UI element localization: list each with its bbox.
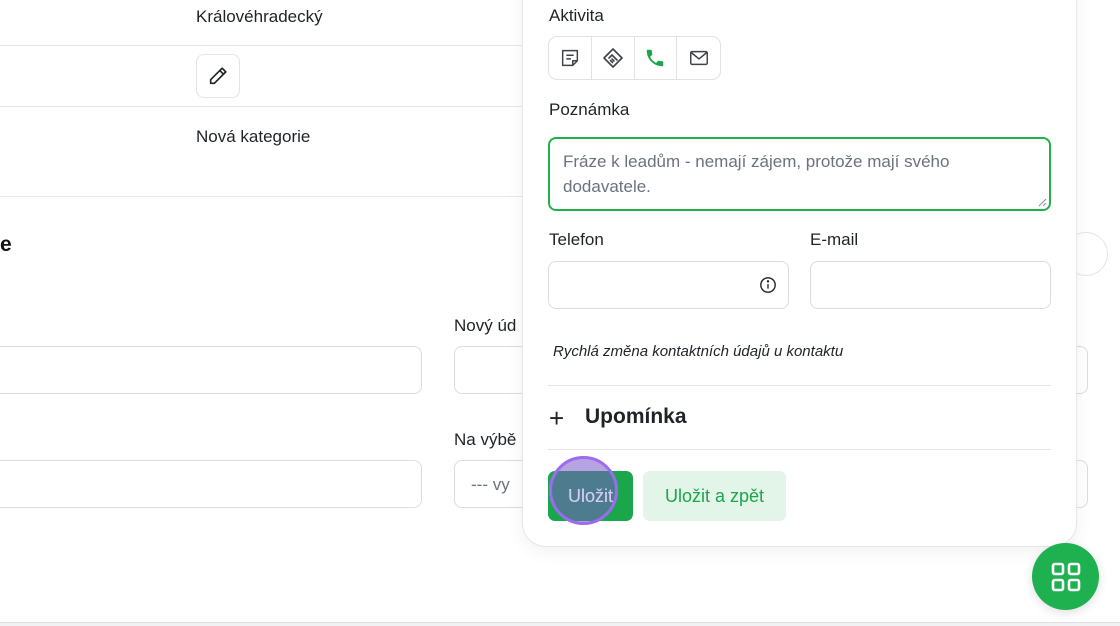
row-divider	[0, 45, 522, 46]
edit-button[interactable]	[196, 54, 240, 98]
activity-type-group	[548, 36, 721, 80]
divider	[548, 449, 1051, 450]
save-and-back-button[interactable]: Uložit a zpět	[643, 471, 786, 521]
region-value: Královéhradecký	[196, 7, 323, 26]
mail-icon	[689, 50, 708, 66]
activity-call-button[interactable]	[635, 37, 678, 79]
new-field-label: Nový úd	[454, 316, 517, 335]
info-icon[interactable]	[759, 276, 777, 294]
note-textarea[interactable]: Fráze k leadům - nemají zájem, protože m…	[548, 137, 1051, 211]
divider	[548, 385, 1051, 386]
note-icon	[561, 49, 578, 67]
resize-grip-icon[interactable]	[1037, 197, 1047, 207]
section-heading: e	[0, 233, 12, 256]
background-input[interactable]	[0, 460, 422, 508]
apps-menu-button[interactable]	[1032, 543, 1099, 610]
email-label: E-mail	[810, 230, 859, 249]
reminder-toggle[interactable]: Upomínka	[585, 405, 687, 429]
grid-icon	[1051, 562, 1080, 591]
activity-note-button[interactable]	[549, 37, 592, 79]
phone-label: Telefon	[549, 230, 604, 249]
row-divider	[0, 196, 522, 197]
note-label: Poznámka	[549, 100, 630, 119]
email-input[interactable]	[810, 261, 1051, 309]
category-value: Nová kategorie	[196, 127, 311, 146]
plus-icon[interactable]: +	[549, 405, 564, 431]
activity-email-button[interactable]	[677, 37, 720, 79]
phone-input[interactable]	[548, 261, 789, 309]
row-divider	[0, 106, 522, 107]
phone-icon	[647, 49, 664, 67]
background-input[interactable]	[0, 346, 422, 394]
select-label: Na výbě	[454, 430, 517, 449]
activity-label: Aktivita	[549, 6, 604, 25]
contact-hint: Rychlá změna kontaktních údajů u kontakt…	[553, 343, 844, 360]
page-bottom-border	[0, 622, 1120, 626]
pencil-icon	[209, 67, 227, 85]
handshake-icon	[602, 48, 623, 68]
save-button[interactable]: Uložit	[548, 471, 633, 521]
select-placeholder: --- vy	[471, 475, 510, 494]
activity-meeting-button[interactable]	[592, 37, 635, 79]
